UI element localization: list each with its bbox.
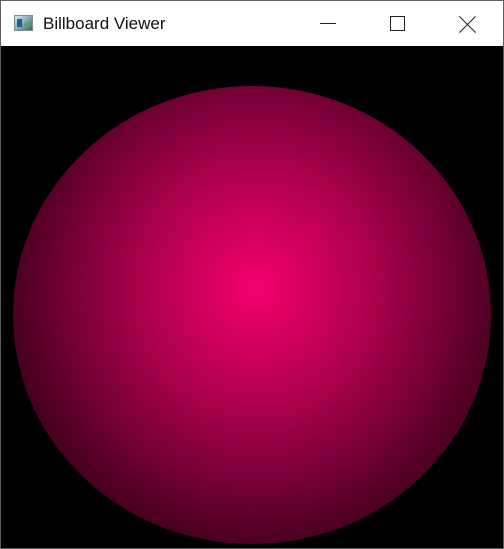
window-title: Billboard Viewer (43, 14, 166, 33)
billboard-gradient-sphere (13, 86, 491, 544)
maximize-button[interactable] (363, 1, 433, 46)
application-icon[interactable] (14, 15, 33, 31)
billboard-viewport[interactable] (1, 46, 503, 548)
maximize-icon (390, 16, 405, 31)
app-window: Billboard Viewer (0, 0, 504, 549)
close-icon (459, 16, 476, 33)
minimize-icon (320, 23, 336, 24)
minimize-button[interactable] (293, 1, 363, 46)
close-button[interactable] (433, 1, 503, 46)
title-bar[interactable]: Billboard Viewer (1, 1, 503, 46)
